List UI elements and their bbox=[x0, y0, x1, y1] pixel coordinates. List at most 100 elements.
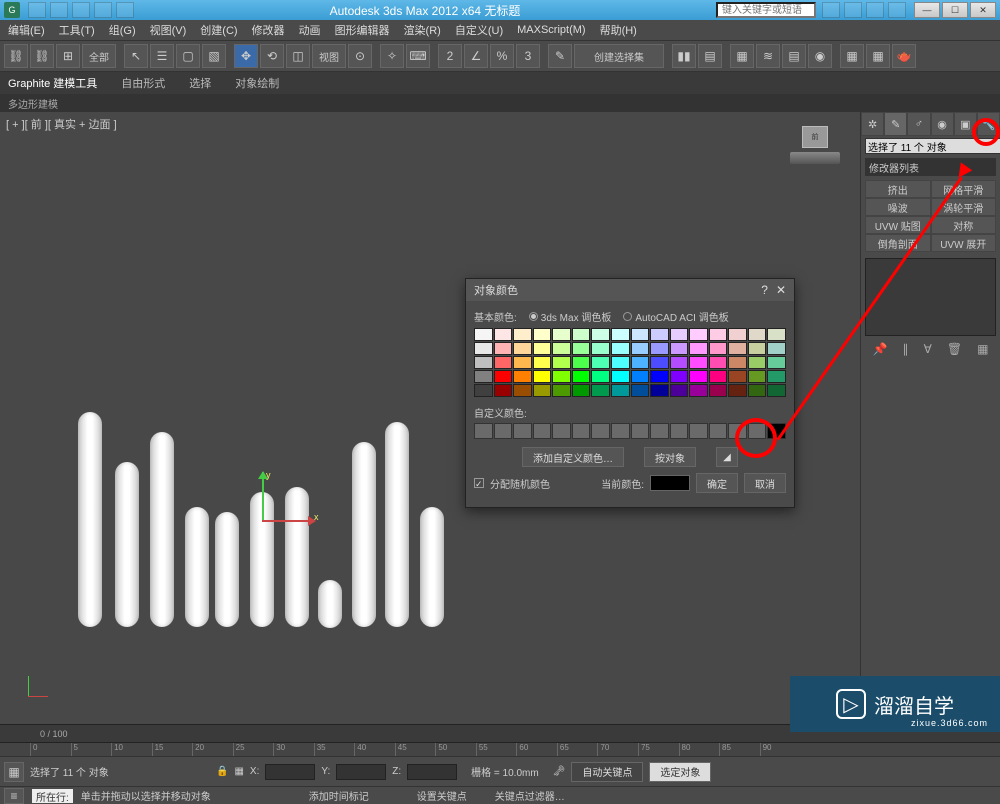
cancel-button[interactable]: 取消 bbox=[744, 473, 786, 493]
modifier-stack[interactable] bbox=[865, 258, 996, 336]
menu-maxscript[interactable]: MAXScript(M) bbox=[517, 24, 585, 36]
spinner-snap-icon[interactable]: 3 bbox=[516, 44, 540, 68]
color-swatch[interactable] bbox=[572, 370, 591, 383]
infocenter-btn[interactable] bbox=[844, 2, 862, 18]
refcoord-dropdown[interactable]: 视图 bbox=[312, 44, 346, 68]
color-swatch[interactable] bbox=[533, 342, 552, 355]
color-swatch[interactable] bbox=[748, 370, 767, 383]
color-swatch[interactable] bbox=[513, 370, 532, 383]
custom-swatch[interactable] bbox=[709, 423, 728, 439]
color-swatch[interactable] bbox=[591, 328, 610, 341]
color-swatch[interactable] bbox=[650, 370, 669, 383]
menu-grapheditors[interactable]: 图形编辑器 bbox=[335, 22, 390, 38]
menu-view[interactable]: 视图(V) bbox=[150, 22, 187, 38]
infocenter-btn[interactable] bbox=[888, 2, 906, 18]
color-swatch[interactable] bbox=[650, 356, 669, 369]
mod-symmetry[interactable]: 对称 bbox=[931, 216, 997, 234]
keymode-icon[interactable]: ⌨ bbox=[406, 44, 430, 68]
custom-swatch[interactable] bbox=[552, 423, 571, 439]
qat-btn[interactable] bbox=[28, 2, 46, 18]
custom-swatch[interactable] bbox=[572, 423, 591, 439]
color-swatch[interactable] bbox=[513, 342, 532, 355]
color-picker-icon[interactable]: ◢ bbox=[716, 447, 738, 467]
unlink-icon[interactable]: ⛓ bbox=[30, 44, 54, 68]
viewport-object[interactable] bbox=[78, 412, 102, 627]
render-setup-icon[interactable]: ▦ bbox=[840, 44, 864, 68]
snap-percent-icon[interactable]: % bbox=[490, 44, 514, 68]
manipulate-icon[interactable]: ✧ bbox=[380, 44, 404, 68]
color-swatch[interactable] bbox=[572, 384, 591, 397]
curve-editor-icon[interactable]: ≋ bbox=[756, 44, 780, 68]
help-search-input[interactable] bbox=[716, 2, 816, 18]
color-swatch[interactable] bbox=[533, 356, 552, 369]
color-swatch[interactable] bbox=[689, 342, 708, 355]
color-swatch[interactable] bbox=[611, 356, 630, 369]
color-swatch[interactable] bbox=[494, 356, 513, 369]
menu-create[interactable]: 创建(C) bbox=[200, 22, 237, 38]
menu-render[interactable]: 渲染(R) bbox=[404, 22, 441, 38]
menu-group[interactable]: 组(G) bbox=[109, 22, 136, 38]
mod-uvwunwrap[interactable]: UVW 展开 bbox=[931, 234, 997, 252]
color-swatch[interactable] bbox=[670, 328, 689, 341]
qat-btn[interactable] bbox=[94, 2, 112, 18]
dialog-help-button[interactable]: ? bbox=[761, 283, 768, 297]
script-listener-icon[interactable]: ≡ bbox=[4, 788, 24, 804]
close-button[interactable]: ✕ bbox=[970, 2, 996, 18]
maximize-button[interactable]: ☐ bbox=[942, 2, 968, 18]
link-icon[interactable]: ⛓ bbox=[4, 44, 28, 68]
viewport-object[interactable] bbox=[185, 507, 209, 627]
viewport-object[interactable] bbox=[318, 580, 342, 628]
custom-swatch[interactable] bbox=[513, 423, 532, 439]
color-swatch[interactable] bbox=[572, 356, 591, 369]
palette-autocad-radio[interactable]: AutoCAD ACI 调色板 bbox=[623, 309, 728, 324]
color-swatch[interactable] bbox=[552, 370, 571, 383]
display-tab-icon[interactable]: ▣ bbox=[954, 112, 977, 136]
color-swatch[interactable] bbox=[650, 342, 669, 355]
ribbon-tab-paint[interactable]: 对象绘制 bbox=[235, 75, 279, 91]
hierarchy-tab-icon[interactable]: ♂ bbox=[907, 112, 930, 136]
viewport-object[interactable] bbox=[150, 432, 174, 627]
custom-swatch[interactable] bbox=[494, 423, 513, 439]
remove-mod-icon[interactable]: 🗑 bbox=[947, 342, 962, 356]
ok-button[interactable]: 确定 bbox=[696, 473, 738, 493]
custom-swatch[interactable] bbox=[728, 423, 747, 439]
window-crossing-icon[interactable]: ▧ bbox=[202, 44, 226, 68]
viewport-object[interactable] bbox=[352, 442, 376, 627]
align-icon[interactable]: ▤ bbox=[698, 44, 722, 68]
color-swatch[interactable] bbox=[670, 370, 689, 383]
move-icon[interactable]: ✥ bbox=[234, 44, 258, 68]
color-swatch[interactable] bbox=[611, 342, 630, 355]
color-swatch[interactable] bbox=[591, 342, 610, 355]
color-swatch[interactable] bbox=[552, 356, 571, 369]
mod-bevelprofile[interactable]: 倒角剖面 bbox=[865, 234, 931, 252]
color-swatch[interactable] bbox=[494, 328, 513, 341]
color-swatch[interactable] bbox=[767, 356, 786, 369]
custom-swatch[interactable] bbox=[611, 423, 630, 439]
color-swatch[interactable] bbox=[591, 370, 610, 383]
color-swatch[interactable] bbox=[689, 370, 708, 383]
color-swatch[interactable] bbox=[689, 356, 708, 369]
material-editor-icon[interactable]: ◉ bbox=[808, 44, 832, 68]
color-swatch[interactable] bbox=[572, 328, 591, 341]
schematic-icon[interactable]: ▤ bbox=[782, 44, 806, 68]
motion-tab-icon[interactable]: ◉ bbox=[931, 112, 954, 136]
menu-tools[interactable]: 工具(T) bbox=[59, 22, 95, 38]
unique-icon[interactable]: ∀ bbox=[924, 342, 932, 356]
mod-meshsmooth[interactable]: 网格平滑 bbox=[931, 180, 997, 198]
mod-noise[interactable]: 噪波 bbox=[865, 198, 931, 216]
create-tab-icon[interactable]: ✲ bbox=[861, 112, 884, 136]
pin-stack-icon[interactable]: 📌 bbox=[873, 342, 888, 356]
menu-customize[interactable]: 自定义(U) bbox=[455, 22, 503, 38]
color-swatch[interactable] bbox=[552, 342, 571, 355]
rotate-icon[interactable]: ⟲ bbox=[260, 44, 284, 68]
color-swatch[interactable] bbox=[591, 384, 610, 397]
color-swatch[interactable] bbox=[591, 356, 610, 369]
color-swatch[interactable] bbox=[631, 384, 650, 397]
color-swatch[interactable] bbox=[513, 384, 532, 397]
color-swatch[interactable] bbox=[709, 356, 728, 369]
ribbon-panel-label[interactable]: 多边形建模 bbox=[0, 94, 1000, 112]
palette-3dsmax-radio[interactable]: 3ds Max 调色板 bbox=[529, 309, 612, 324]
qat-btn[interactable] bbox=[72, 2, 90, 18]
keyfilter-button[interactable]: 关键点过滤器… bbox=[495, 788, 565, 803]
color-swatch[interactable] bbox=[728, 342, 747, 355]
